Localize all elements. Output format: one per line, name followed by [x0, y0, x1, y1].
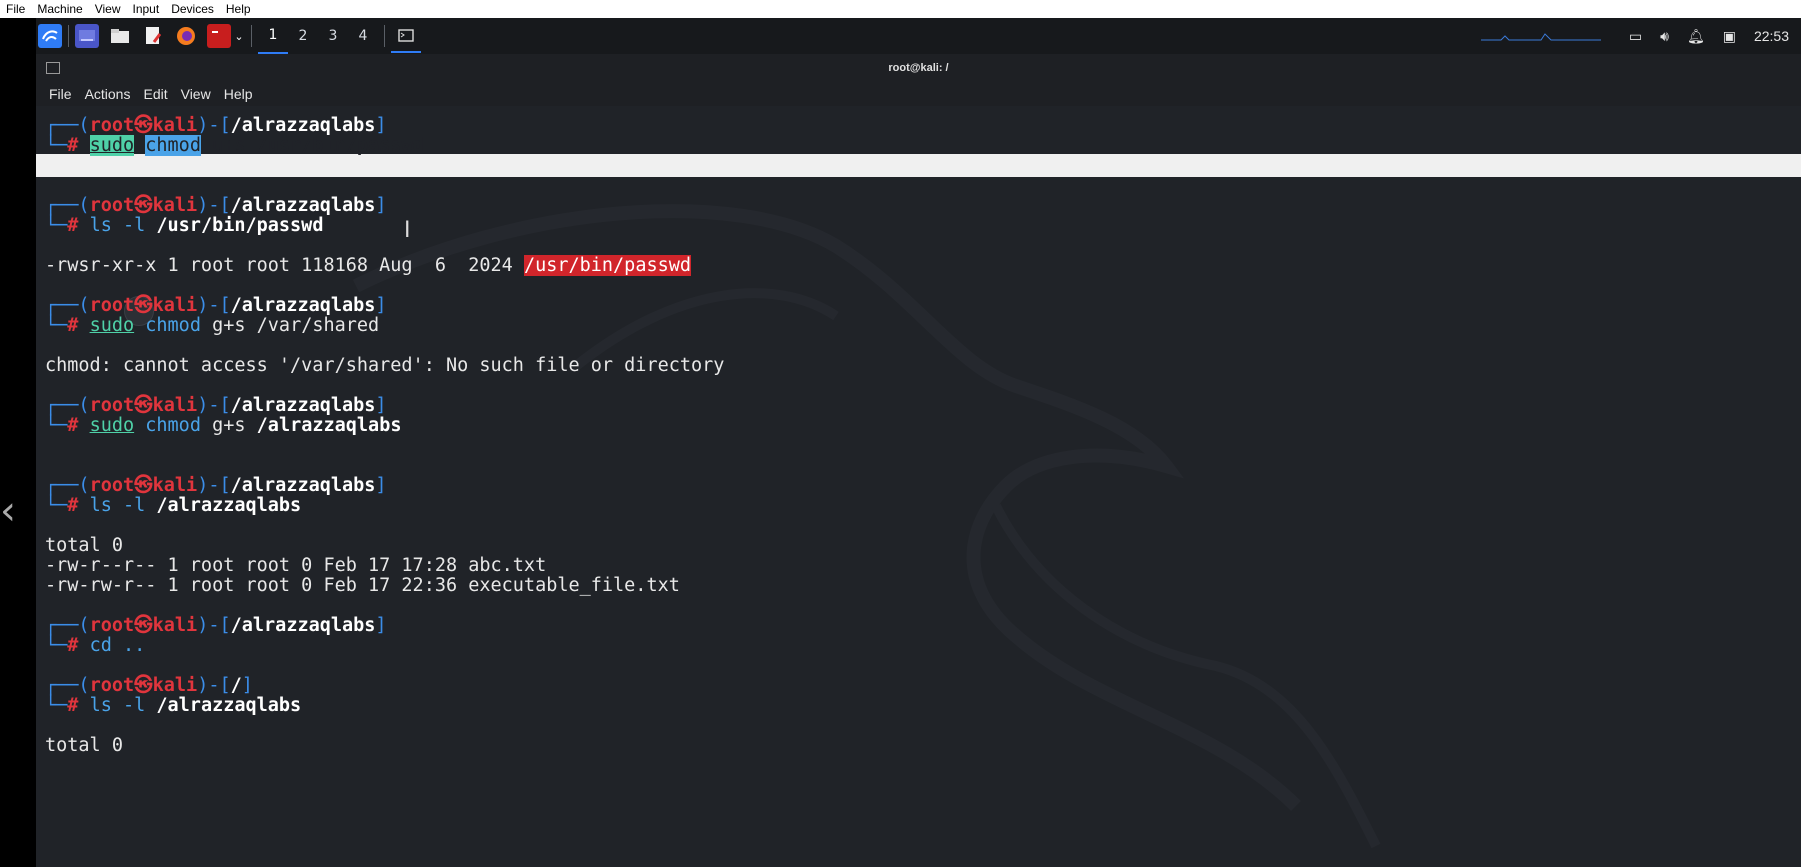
- chevron-left-icon[interactable]: ‹: [0, 488, 16, 534]
- output-line: -rw-rw-r-- 1 root root 0 Feb 17 22:36 ex…: [45, 575, 680, 596]
- chevron-down-icon[interactable]: ⌄: [233, 24, 245, 48]
- vbox-menu-file[interactable]: File: [6, 2, 31, 16]
- vbox-menu-machine[interactable]: Machine: [37, 2, 88, 16]
- window-icon[interactable]: [46, 62, 60, 74]
- selection-highlight: [36, 154, 1801, 177]
- vbox-menu-input[interactable]: Input: [133, 2, 166, 16]
- text-editor-icon[interactable]: [141, 24, 165, 48]
- command-line: └─# sudo chmod g+s /alrazzaqlabs: [45, 415, 402, 436]
- command-line: └─# ls -l /alrazzaqlabs: [45, 695, 302, 716]
- display-icon[interactable]: ▭: [1629, 28, 1642, 45]
- app-red-icon[interactable]: [207, 24, 231, 48]
- clock[interactable]: 22:53: [1754, 28, 1789, 44]
- output-line: total 0: [45, 735, 123, 756]
- left-margin: ‹: [0, 18, 36, 867]
- terminal-window-icon[interactable]: [391, 19, 421, 53]
- desktop-icon[interactable]: [75, 24, 99, 48]
- taskbar: ⌄ 1 2 3 4 ▭ 🔊︎ 🔔︎ ▣ 22:53: [36, 18, 1801, 54]
- firefox-icon[interactable]: [174, 24, 198, 48]
- vbox-menu-view[interactable]: View: [95, 2, 127, 16]
- kali-menu-icon[interactable]: [38, 24, 62, 48]
- command-line: └─# ls -l /alrazzaqlabs: [45, 495, 302, 516]
- system-tray: ▭ 🔊︎ 🔔︎ ▣ 22:53: [1480, 18, 1789, 54]
- terminal-menu-view[interactable]: View: [181, 86, 211, 102]
- command-line: └─# sudo chmod g+s /var/shared: [45, 315, 380, 336]
- terminal-titlebar: root@kali: /: [36, 54, 1801, 82]
- taskbar-separator: [68, 25, 69, 47]
- vbox-menu-devices[interactable]: Devices: [171, 2, 220, 16]
- workspace-4[interactable]: 4: [348, 28, 378, 44]
- workspace-1[interactable]: 1: [258, 18, 288, 54]
- terminal-menubar: File Actions Edit View Help: [36, 82, 1801, 106]
- battery-lock-icon[interactable]: ▣: [1723, 28, 1736, 45]
- terminal-menu-actions[interactable]: Actions: [85, 86, 131, 102]
- terminal-menu-file[interactable]: File: [49, 86, 72, 102]
- output-line: -rwsr-xr-x 1 root root 118168 Aug 6 2024…: [45, 255, 692, 276]
- file-manager-icon[interactable]: [108, 24, 132, 48]
- command-line: └─# sudo chmod u+s /usr/bin/passwd: [45, 135, 424, 156]
- terminal-menu-help[interactable]: Help: [224, 86, 253, 102]
- vbox-menu-help[interactable]: Help: [226, 2, 257, 16]
- terminal-output[interactable]: ┌──(root㉿kali)-[/alrazzaqlabs] └─# sudo …: [36, 106, 1801, 867]
- notification-bell-icon[interactable]: 🔔︎: [1687, 28, 1705, 45]
- taskbar-separator: [384, 25, 385, 47]
- workspace-3[interactable]: 3: [318, 28, 348, 44]
- terminal-title: root@kali: /: [888, 62, 949, 74]
- volume-icon[interactable]: 🔊︎: [1660, 28, 1669, 45]
- command-line: └─# cd ..: [45, 635, 146, 656]
- network-graph-icon: [1480, 33, 1601, 41]
- output-line: chmod: cannot access '/var/shared': No s…: [45, 355, 725, 376]
- taskbar-separator: [251, 25, 252, 47]
- workspace-2[interactable]: 2: [288, 28, 318, 44]
- vbox-menubar: File Machine View Input Devices Help: [0, 0, 1801, 18]
- terminal-menu-edit[interactable]: Edit: [143, 86, 167, 102]
- text-cursor-icon: I: [404, 218, 411, 243]
- command-line: └─# ls -l /usr/bin/passwd: [45, 215, 324, 236]
